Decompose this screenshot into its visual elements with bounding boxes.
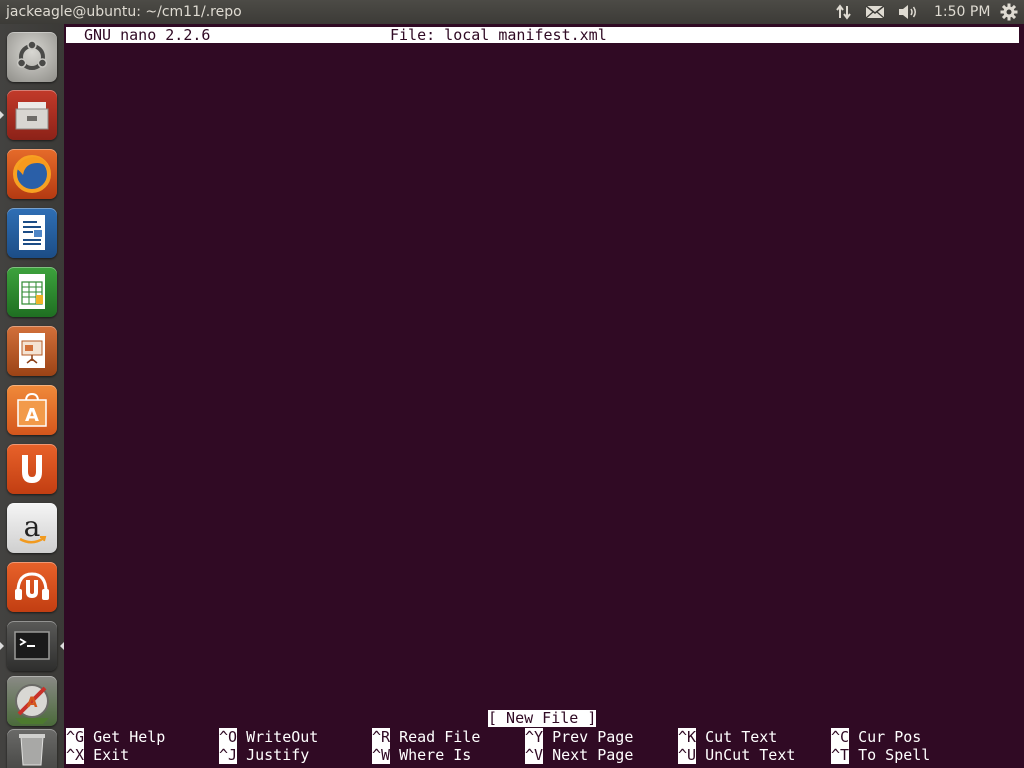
shortcut-key: ^O [219, 728, 238, 746]
shortcut-label: Cut Text [705, 728, 778, 746]
nano-version: GNU nano 2.2.6 [84, 26, 211, 44]
software-center-icon: A [17, 392, 47, 427]
shortcut-prev-page[interactable]: ^Y Prev Page [525, 728, 633, 746]
ubuntu-one-music-icon [15, 572, 49, 600]
shortcut-label: WriteOut [246, 728, 319, 746]
nano-title-bar: GNU nano 2.2.6 File: local_manifest.xml [66, 27, 1019, 43]
shortcut-key: ^R [372, 728, 391, 746]
running-indicator [0, 642, 4, 650]
writer-icon [19, 215, 45, 250]
shortcut-key: ^V [525, 746, 544, 764]
shortcut-label: Justify [246, 746, 310, 764]
running-indicator [0, 111, 4, 119]
launcher-item-calc[interactable] [7, 267, 57, 317]
shortcut-key: ^X [66, 746, 85, 764]
shortcut-key: ^W [372, 746, 391, 764]
shortcut-label: To Spell [858, 746, 931, 764]
file-cabinet-icon [15, 102, 49, 130]
shortcut-label: Exit [93, 746, 130, 764]
status-message: [ New File ] [488, 709, 597, 727]
terminal-icon [14, 631, 50, 660]
shortcut-to-spell[interactable]: ^T To Spell [831, 746, 930, 764]
volume-icon[interactable] [896, 0, 920, 24]
shortcut-label: Where Is [399, 746, 472, 764]
nano-filename: File: local_manifest.xml [390, 26, 607, 44]
launcher-item-firefox[interactable] [7, 149, 57, 199]
impress-icon [19, 333, 45, 368]
shortcut-key: ^Y [525, 728, 544, 746]
svg-text:a: a [24, 510, 41, 543]
editor-area[interactable] [64, 44, 1024, 704]
shortcut-justify[interactable]: ^J Justify [219, 746, 309, 764]
launcher-item-software-updater[interactable]: A [7, 676, 57, 726]
shortcut-label: Prev Page [552, 728, 634, 746]
launcher-item-terminal[interactable] [7, 621, 57, 671]
launcher-item-software-center[interactable]: A [7, 385, 57, 435]
firefox-icon [13, 155, 51, 193]
shortcut-key: ^C [831, 728, 850, 746]
top-panel: jackeagle@ubuntu: ~/cm11/.repo 1:50 PM [0, 0, 1024, 24]
launcher-item-writer[interactable] [7, 208, 57, 258]
shortcut-label: UnCut Text [705, 746, 796, 764]
gear-icon[interactable] [998, 0, 1020, 24]
shortcut-key: ^J [219, 746, 238, 764]
shortcut-label: Get Help [93, 728, 166, 746]
svg-text:A: A [25, 405, 39, 426]
launcher-item-dash[interactable] [7, 32, 57, 82]
ubuntu-one-icon [22, 455, 42, 483]
shortcut-where-is[interactable]: ^W Where Is [372, 746, 471, 764]
shortcut-next-page[interactable]: ^V Next Page [525, 746, 633, 764]
clock[interactable]: 1:50 PM [934, 3, 990, 21]
launcher-item-trash[interactable] [7, 729, 57, 768]
network-icon[interactable] [832, 0, 856, 24]
updater-icon: A [15, 684, 49, 724]
shortcut-label: Read File [399, 728, 481, 746]
launcher-item-ubuntu-one[interactable] [7, 444, 57, 494]
shortcut-key: ^U [678, 746, 697, 764]
shortcut-label: Next Page [552, 746, 634, 764]
shortcut-writeout[interactable]: ^O WriteOut [219, 728, 318, 746]
launcher-item-files[interactable] [7, 90, 57, 140]
launcher: A a A [0, 24, 65, 768]
launcher-item-amazon[interactable]: a [7, 503, 57, 553]
amazon-icon: a [19, 510, 47, 544]
shortcut-key: ^T [831, 746, 850, 764]
shortcut-read-file[interactable]: ^R Read File [372, 728, 480, 746]
shortcut-label: Cur Pos [858, 728, 922, 746]
shortcut-get-help[interactable]: ^G Get Help [66, 728, 165, 746]
calc-icon [19, 274, 45, 309]
shortcut-uncut-text[interactable]: ^U UnCut Text [678, 746, 795, 764]
launcher-item-impress[interactable] [7, 326, 57, 376]
trash-icon [19, 734, 45, 766]
mail-icon[interactable] [863, 0, 887, 24]
window-title: jackeagle@ubuntu: ~/cm11/.repo [6, 4, 242, 20]
shortcut-cut-text[interactable]: ^K Cut Text [678, 728, 777, 746]
terminal-window[interactable]: GNU nano 2.2.6 File: local_manifest.xml … [64, 24, 1024, 768]
shortcut-key: ^K [678, 728, 697, 746]
shortcut-key: ^G [66, 728, 85, 746]
shortcut-exit[interactable]: ^X Exit [66, 746, 129, 764]
launcher-item-ubuntu-one-music[interactable] [7, 562, 57, 612]
ubuntu-logo-icon [16, 40, 48, 70]
svg-text:A: A [27, 695, 38, 711]
shortcut-cur-pos[interactable]: ^C Cur Pos [831, 728, 921, 746]
